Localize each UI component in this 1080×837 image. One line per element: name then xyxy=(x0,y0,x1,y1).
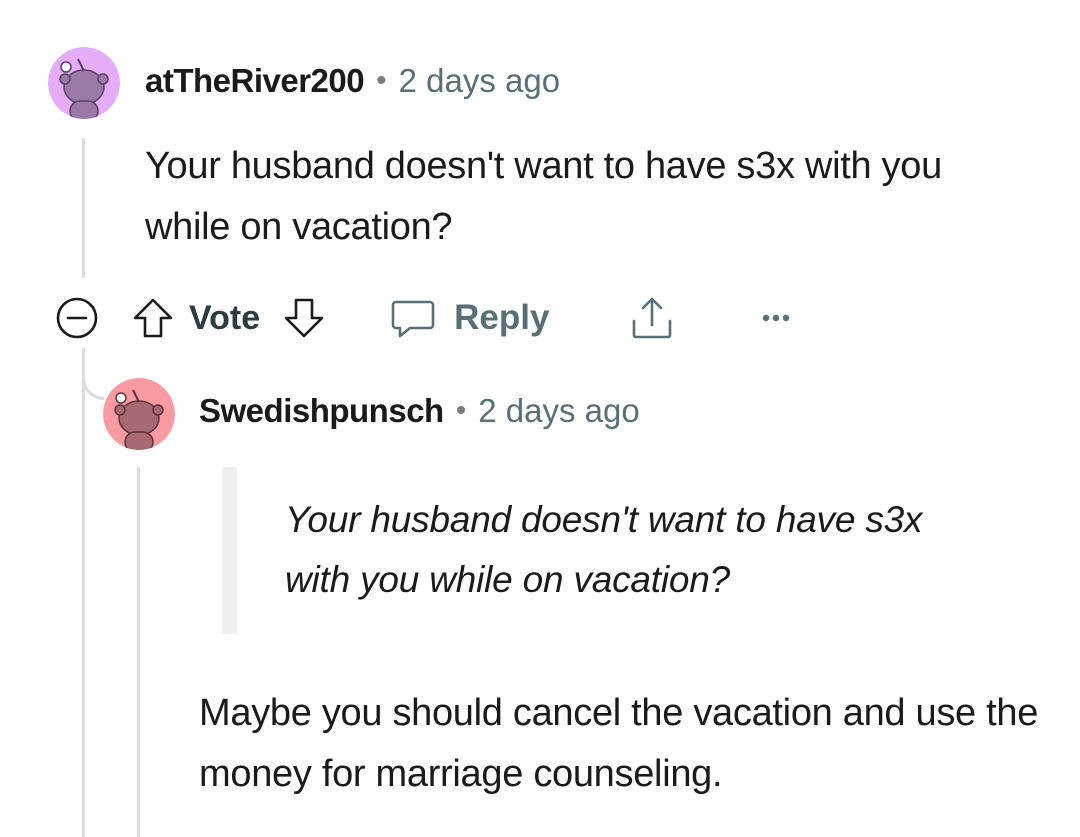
collapse-minus-icon xyxy=(56,297,98,339)
comment-bubble-icon xyxy=(391,300,435,338)
reply-label: Reply xyxy=(454,298,550,337)
meta-separator: • xyxy=(376,64,387,97)
username[interactable]: Swedishpunsch xyxy=(199,392,444,430)
timestamp[interactable]: 2 days ago xyxy=(399,62,560,100)
snoo-avatar-icon xyxy=(48,47,120,119)
comment-body: Maybe you should cancel the vacation and… xyxy=(199,692,1039,795)
thread-line[interactable] xyxy=(137,467,140,837)
avatar[interactable] xyxy=(48,47,120,119)
more-options-button[interactable] xyxy=(761,312,791,324)
blockquote: Your husband doesn't want to have s3x wi… xyxy=(222,467,982,634)
timestamp[interactable]: 2 days ago xyxy=(478,392,639,430)
thread-connector xyxy=(82,358,104,400)
thread-line[interactable] xyxy=(82,138,85,278)
meta-separator: • xyxy=(455,394,467,427)
collapse-button[interactable] xyxy=(55,296,99,340)
upvote-button[interactable] xyxy=(131,296,175,340)
comment-action-bar: Vote Reply xyxy=(55,288,791,348)
share-button[interactable] xyxy=(629,295,675,341)
share-icon xyxy=(633,297,672,339)
downvote-button[interactable] xyxy=(282,296,326,340)
snoo-avatar-icon xyxy=(103,378,175,450)
quote-text: Your husband doesn't want to have s3x wi… xyxy=(285,499,923,600)
comment-meta: atTheRiver200 • 2 days ago xyxy=(145,62,560,100)
downvote-arrow-icon xyxy=(284,298,324,338)
vote-label: Vote xyxy=(189,298,261,337)
comment-meta: Swedishpunsch • 2 days ago xyxy=(199,392,640,430)
avatar[interactable] xyxy=(103,378,175,450)
username[interactable]: atTheRiver200 xyxy=(145,62,365,100)
reply-button[interactable]: Reply xyxy=(390,296,549,340)
comment-body: Your husband doesn't want to have s3x wi… xyxy=(145,145,942,248)
thread-line[interactable] xyxy=(82,348,85,837)
upvote-arrow-icon xyxy=(133,298,173,338)
more-options-icon xyxy=(763,314,790,322)
